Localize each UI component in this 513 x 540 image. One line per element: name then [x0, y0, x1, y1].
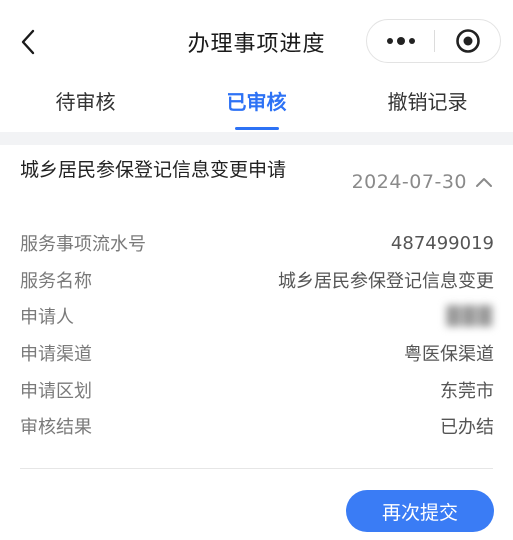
- detail-value: 粤医保渠道: [404, 344, 494, 366]
- more-dots-icon: [386, 37, 415, 45]
- detail-label: 审核结果: [20, 417, 92, 439]
- detail-row-serial: 服务事项流水号 487499019: [20, 225, 494, 262]
- target-close-icon: [455, 29, 480, 53]
- record-date: 2024-07-30: [351, 171, 467, 193]
- detail-value: 487499019: [390, 232, 494, 254]
- detail-value: 城乡居民参保登记信息变更: [278, 270, 494, 292]
- detail-row-channel: 申请渠道 粤医保渠道: [20, 335, 494, 372]
- record-title: 城乡居民参保登记信息变更申请: [20, 159, 287, 181]
- detail-label: 申请人: [20, 307, 74, 329]
- tab-pending[interactable]: 待审核: [0, 82, 171, 132]
- detail-label: 服务事项流水号: [20, 234, 146, 256]
- more-button[interactable]: [367, 20, 434, 62]
- detail-value: 东莞市: [440, 380, 494, 402]
- detail-row-service: 服务名称 城乡居民参保登记信息变更: [20, 262, 494, 299]
- detail-label: 申请渠道: [20, 344, 92, 366]
- record-card: 城乡居民参保登记信息变更申请 2024-07-30 服务事项流水号 487499…: [0, 145, 513, 540]
- detail-row-region: 申请区划 东莞市: [20, 371, 494, 408]
- tab-revoked[interactable]: 撤销记录: [342, 82, 513, 132]
- tab-reviewed[interactable]: 已审核: [171, 82, 342, 132]
- detail-label: 申请区划: [20, 380, 92, 402]
- status-badge: 已办结: [440, 417, 494, 439]
- detail-row-applicant: 申请人 ███: [20, 298, 494, 335]
- card-divider: [20, 468, 493, 469]
- nav-bar: 办理事项进度: [0, 0, 513, 82]
- resubmit-button[interactable]: 再次提交: [346, 490, 494, 532]
- detail-label: 服务名称: [20, 270, 92, 292]
- tab-revoked-label: 撤销记录: [387, 90, 468, 114]
- status-tabs: 待审核 已审核 撤销记录: [0, 82, 513, 132]
- close-miniprogram-button[interactable]: [435, 20, 500, 62]
- tab-pending-label: 待审核: [55, 90, 116, 114]
- detail-row-result: 审核结果 已办结: [20, 408, 494, 445]
- redacted-applicant-name: ███: [446, 305, 494, 327]
- active-tab-indicator: [234, 127, 279, 130]
- section-separator: [0, 132, 513, 145]
- tab-reviewed-label: 已审核: [226, 90, 287, 114]
- detail-list: 服务事项流水号 487499019 服务名称 城乡居民参保登记信息变更 申请人 …: [20, 225, 494, 445]
- chevron-up-icon: [476, 178, 492, 187]
- mini-program-capsule: [366, 19, 501, 63]
- collapse-toggle[interactable]: [473, 171, 495, 193]
